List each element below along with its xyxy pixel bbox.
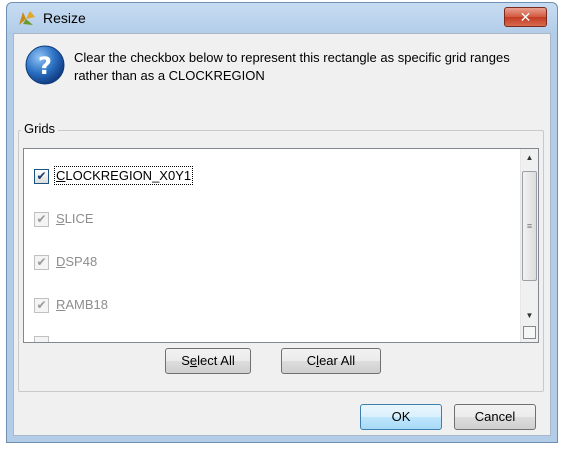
svg-text:?: ?	[38, 52, 52, 80]
checkbox[interactable]: ✔	[34, 255, 49, 270]
checkbox[interactable]: ✔	[34, 212, 49, 227]
clear-all-button[interactable]: Clear All	[281, 348, 381, 374]
size-grip-icon	[523, 326, 536, 339]
grid-item-label: RAMB18	[56, 297, 109, 312]
cancel-button[interactable]: Cancel	[454, 404, 536, 430]
dialog-body: ? Clear the checkbox below to represent …	[13, 33, 551, 436]
resize-dialog: Resize ✕ ? Clear the checkbox below to r…	[6, 2, 558, 443]
grids-group-label: Grids	[21, 121, 59, 136]
grid-item-label: CLOCKREGION_X0Y1	[53, 166, 194, 185]
question-icon: ?	[25, 45, 65, 85]
checkbox[interactable]	[34, 336, 49, 342]
grids-group: Grids ✔ CLOCKREGION_X0Y1 ✔ SLICE ✔ DSP48…	[18, 121, 544, 392]
vertical-scrollbar[interactable]: ▲ ≡ ▼	[520, 149, 538, 342]
instruction-text: Clear the checkbox below to represent th…	[74, 50, 510, 83]
scroll-thumb[interactable]: ≡	[522, 171, 537, 281]
grid-item-label: SLICE	[56, 211, 94, 226]
title-bar[interactable]: Resize ✕	[7, 3, 557, 33]
close-button[interactable]: ✕	[504, 7, 547, 27]
vivado-leaf-icon	[19, 11, 35, 25]
select-all-button[interactable]: Select All	[165, 348, 251, 374]
grids-list[interactable]: ✔ CLOCKREGION_X0Y1 ✔ SLICE ✔ DSP48 ✔ RAM…	[23, 148, 539, 343]
scroll-down-arrow-icon[interactable]: ▼	[521, 307, 538, 324]
grid-item-label: DSP48	[56, 254, 98, 269]
checkbox[interactable]: ✔	[34, 298, 49, 313]
window-title: Resize	[43, 10, 86, 26]
ok-button[interactable]: OK	[360, 404, 442, 430]
checkbox[interactable]: ✔	[34, 169, 49, 184]
scroll-up-arrow-icon[interactable]: ▲	[521, 149, 538, 166]
